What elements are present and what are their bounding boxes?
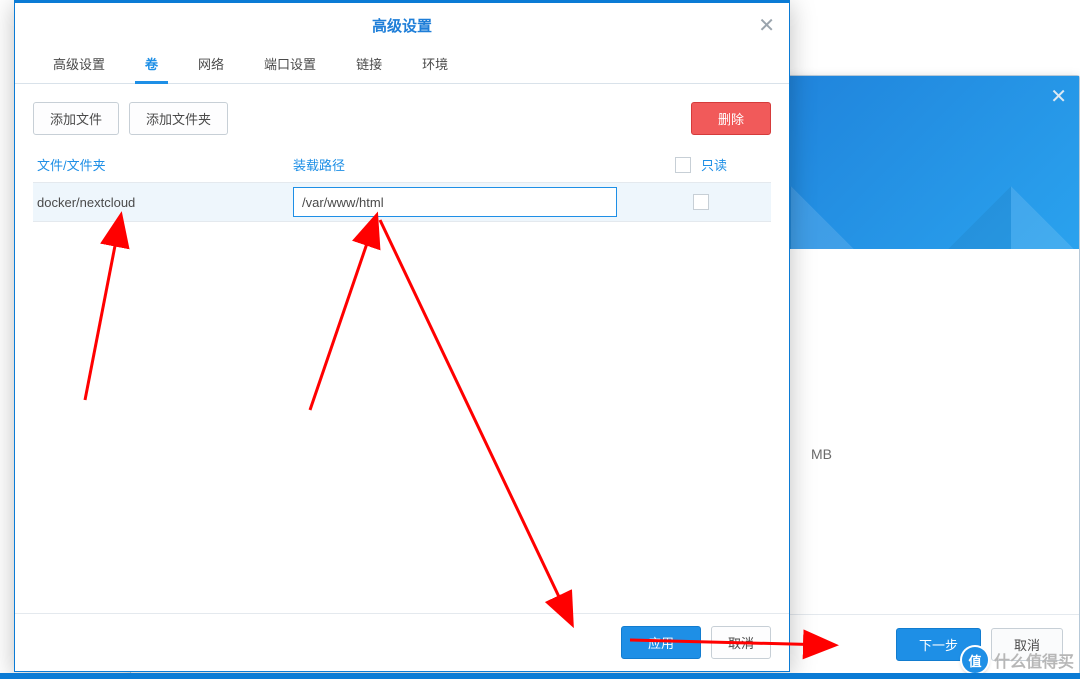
col-path-header[interactable]: 装载路径	[293, 155, 631, 174]
advanced-settings-modal: 高级设置 ✕ 高级设置 卷 网络 端口设置 链接 环境 添加文件 添加文件夹 删…	[14, 0, 790, 672]
modal-title-bar: 高级设置 ✕	[15, 3, 789, 46]
add-file-button[interactable]: 添加文件	[33, 102, 119, 135]
add-folder-button[interactable]: 添加文件夹	[129, 102, 228, 135]
tab-network[interactable]: 网络	[178, 46, 244, 83]
tab-links[interactable]: 链接	[336, 46, 402, 83]
tab-bar: 高级设置 卷 网络 端口设置 链接 环境	[15, 46, 789, 84]
readonly-header-label: 只读	[701, 155, 727, 174]
table-row[interactable]: docker/nextcloud	[33, 183, 771, 222]
cancel-button[interactable]: 取消	[711, 626, 771, 659]
modal-body: 添加文件 添加文件夹 删除 文件/文件夹 装载路径 只读 docker/next…	[15, 84, 789, 613]
bottom-edge-bar	[0, 673, 1080, 679]
modal-title: 高级设置	[372, 18, 432, 35]
close-icon[interactable]: ✕	[758, 13, 775, 38]
row-path-cell	[293, 187, 631, 217]
col-folder-header[interactable]: 文件/文件夹	[33, 155, 293, 174]
readonly-header-checkbox[interactable]	[675, 157, 691, 173]
tab-volume[interactable]: 卷	[125, 46, 178, 83]
row-folder-cell: docker/nextcloud	[33, 195, 293, 210]
apply-button[interactable]: 应用	[621, 626, 701, 659]
watermark-text: 什么值得买	[994, 648, 1074, 672]
mount-path-input[interactable]	[293, 187, 617, 217]
tab-advanced[interactable]: 高级设置	[33, 46, 125, 83]
bg-mb-label: MB	[811, 446, 832, 462]
bg-close-icon[interactable]: ✕	[1050, 84, 1067, 109]
watermark-badge: 值	[962, 647, 988, 673]
toolbar: 添加文件 添加文件夹 删除	[33, 102, 771, 135]
col-readonly-header[interactable]: 只读	[631, 155, 771, 174]
row-readonly-cell	[631, 194, 771, 210]
grid-header: 文件/文件夹 装载路径 只读	[33, 149, 771, 183]
delete-button[interactable]: 删除	[691, 102, 771, 135]
tab-env[interactable]: 环境	[402, 46, 468, 83]
tab-ports[interactable]: 端口设置	[244, 46, 336, 83]
modal-footer: 应用 取消	[15, 613, 789, 671]
readonly-checkbox[interactable]	[693, 194, 709, 210]
watermark: 值 什么值得买	[962, 647, 1074, 673]
